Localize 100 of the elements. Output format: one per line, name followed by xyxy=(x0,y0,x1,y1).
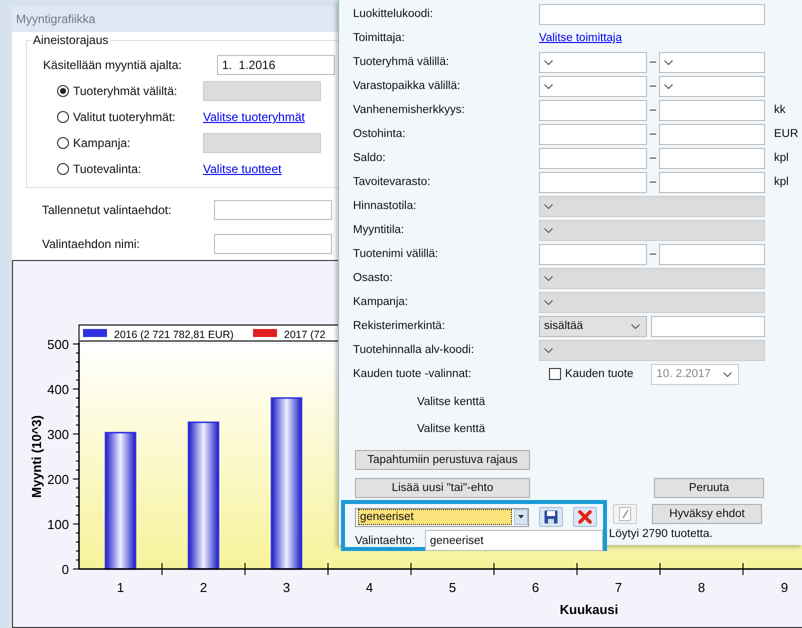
y-tick-label: 200 xyxy=(47,472,69,487)
range-dash: – xyxy=(648,248,658,260)
field-label: Valintaehto: xyxy=(355,534,415,546)
x-tick-label: 2 xyxy=(200,580,208,595)
add-condition-button[interactable]: Lisää uusi "tai"-ehto xyxy=(355,478,530,498)
chevron-icon xyxy=(544,204,553,208)
field-label: Valintaehdon nimi: xyxy=(42,237,141,251)
field-label: Luokittelukoodi: xyxy=(353,8,434,20)
supplier-link[interactable]: Valitse toimittaja xyxy=(539,32,765,44)
field-label: Käsitellään myyntiä ajalta: xyxy=(43,58,183,72)
field-label: Myyntitila: xyxy=(353,224,406,236)
chevron-icon xyxy=(544,228,553,232)
input-field[interactable] xyxy=(539,244,647,264)
chevron-icon xyxy=(723,372,732,376)
input-field[interactable] xyxy=(659,172,765,192)
field-label: Vanhenemisherkkyys: xyxy=(353,104,466,116)
x-tick-label: 7 xyxy=(614,580,622,595)
legend-label: 2016 (2 721 782,81 EUR) xyxy=(114,329,234,341)
radio-label: Tuotevalinta: xyxy=(73,162,142,176)
checkbox-label: Kauden tuote xyxy=(565,368,634,380)
x-tick-label: 4 xyxy=(366,580,374,595)
field-label: Varastopaikka välillä: xyxy=(353,80,462,92)
field-label: Kauden tuote -valinnat: xyxy=(353,368,472,380)
x-tick-label: 8 xyxy=(698,580,706,595)
unit-label: kpl xyxy=(773,152,790,164)
chevron-icon xyxy=(544,300,553,304)
field-label: Kampanja: xyxy=(353,296,409,308)
field-picker[interactable]: Valitse kenttä xyxy=(417,422,486,434)
y-tick-label: 0 xyxy=(62,562,69,577)
operator-dropdown[interactable]: sisältää xyxy=(539,316,647,336)
y-axis-title: Myynti (10^3) xyxy=(29,415,44,498)
unit-label: kpl xyxy=(773,176,790,188)
radio-button[interactable] xyxy=(57,163,69,175)
y-tick-label: 300 xyxy=(47,427,69,442)
select-link[interactable]: Valitse tuoteryhmät xyxy=(203,110,305,124)
pencil-icon xyxy=(619,507,631,521)
x-tick-label: 6 xyxy=(532,580,540,595)
input-field[interactable] xyxy=(539,4,765,24)
field-label: Tallennetut valintaehdot: xyxy=(42,203,172,217)
field-label: Tuotenimi välillä: xyxy=(353,248,440,260)
status-text: Löytyi 2790 tuotetta. xyxy=(609,528,714,540)
x-axis-title: Kuukausi xyxy=(560,602,618,617)
input-field[interactable] xyxy=(539,100,647,120)
close-icon xyxy=(578,510,592,524)
dropdown[interactable] xyxy=(539,76,647,96)
range-dash: – xyxy=(648,152,658,164)
dropdown[interactable] xyxy=(659,76,765,96)
x-tick-label: 3 xyxy=(282,580,290,595)
input-field[interactable] xyxy=(214,234,332,254)
chevron-icon xyxy=(544,348,553,352)
dropdown[interactable] xyxy=(659,52,765,72)
input-field[interactable] xyxy=(539,148,647,168)
radio-label: Kampanja: xyxy=(73,136,130,150)
select-link[interactable]: Valitse tuotteet xyxy=(203,162,282,176)
chevron-icon xyxy=(544,84,553,88)
range-dash: – xyxy=(648,104,658,116)
chevron-icon xyxy=(664,84,673,88)
preset-dropdown[interactable]: geneeriset xyxy=(355,508,529,526)
caret-icon xyxy=(518,515,524,519)
field-label: Osasto: xyxy=(353,272,394,284)
chevron-icon xyxy=(664,60,673,64)
delete-button[interactable] xyxy=(573,507,597,527)
field-label: Tuoteryhmä välillä: xyxy=(353,56,450,68)
input-field[interactable] xyxy=(659,124,765,144)
window-title: Myyntigrafiikka xyxy=(16,12,96,26)
cancel-button[interactable]: Peruuta xyxy=(654,478,764,498)
range-dash: – xyxy=(648,56,658,68)
edit-button[interactable] xyxy=(613,504,637,524)
field-label: Rekisterimerkintä: xyxy=(353,320,446,332)
radio-button[interactable] xyxy=(57,111,69,123)
chevron-icon xyxy=(544,276,553,280)
date-field[interactable]: 1. 1.2016 xyxy=(217,55,335,75)
field-label: Tavoitevarasto: xyxy=(353,176,432,188)
field-label: Tuotehinnalla alv-koodi: xyxy=(353,344,476,356)
field-label: Toimittaja: xyxy=(353,32,406,44)
input-field[interactable] xyxy=(214,200,332,220)
y-tick-label: 500 xyxy=(47,337,69,352)
input-field[interactable] xyxy=(659,148,765,168)
y-tick-label: 400 xyxy=(47,382,69,397)
unit-label: kk xyxy=(773,104,786,116)
accept-button[interactable]: Hyväksy ehdot xyxy=(652,504,762,524)
input-field[interactable] xyxy=(659,244,765,264)
radio-label: Tuoteryhmät väliltä: xyxy=(73,84,178,98)
range-dash: – xyxy=(648,176,658,188)
unit-label: EUR xyxy=(773,128,800,140)
checkbox[interactable] xyxy=(549,368,561,380)
input-field[interactable] xyxy=(659,100,765,120)
save-button[interactable] xyxy=(539,507,563,527)
input-field[interactable] xyxy=(539,124,647,144)
field-label: Saldo: xyxy=(353,152,387,164)
range-dash: – xyxy=(648,128,658,140)
events-filter-button[interactable]: Tapahtumiin perustuva rajaus xyxy=(355,450,530,470)
group-title: Aineistorajaus xyxy=(31,33,110,47)
x-tick-label: 1 xyxy=(116,580,124,595)
input-field[interactable] xyxy=(539,172,647,192)
field-picker[interactable]: Valitse kenttä xyxy=(417,396,486,408)
input-field[interactable]: geneeriset xyxy=(424,530,603,551)
dropdown[interactable] xyxy=(539,52,647,72)
input-field[interactable] xyxy=(651,316,765,336)
chevron-icon xyxy=(544,60,553,64)
